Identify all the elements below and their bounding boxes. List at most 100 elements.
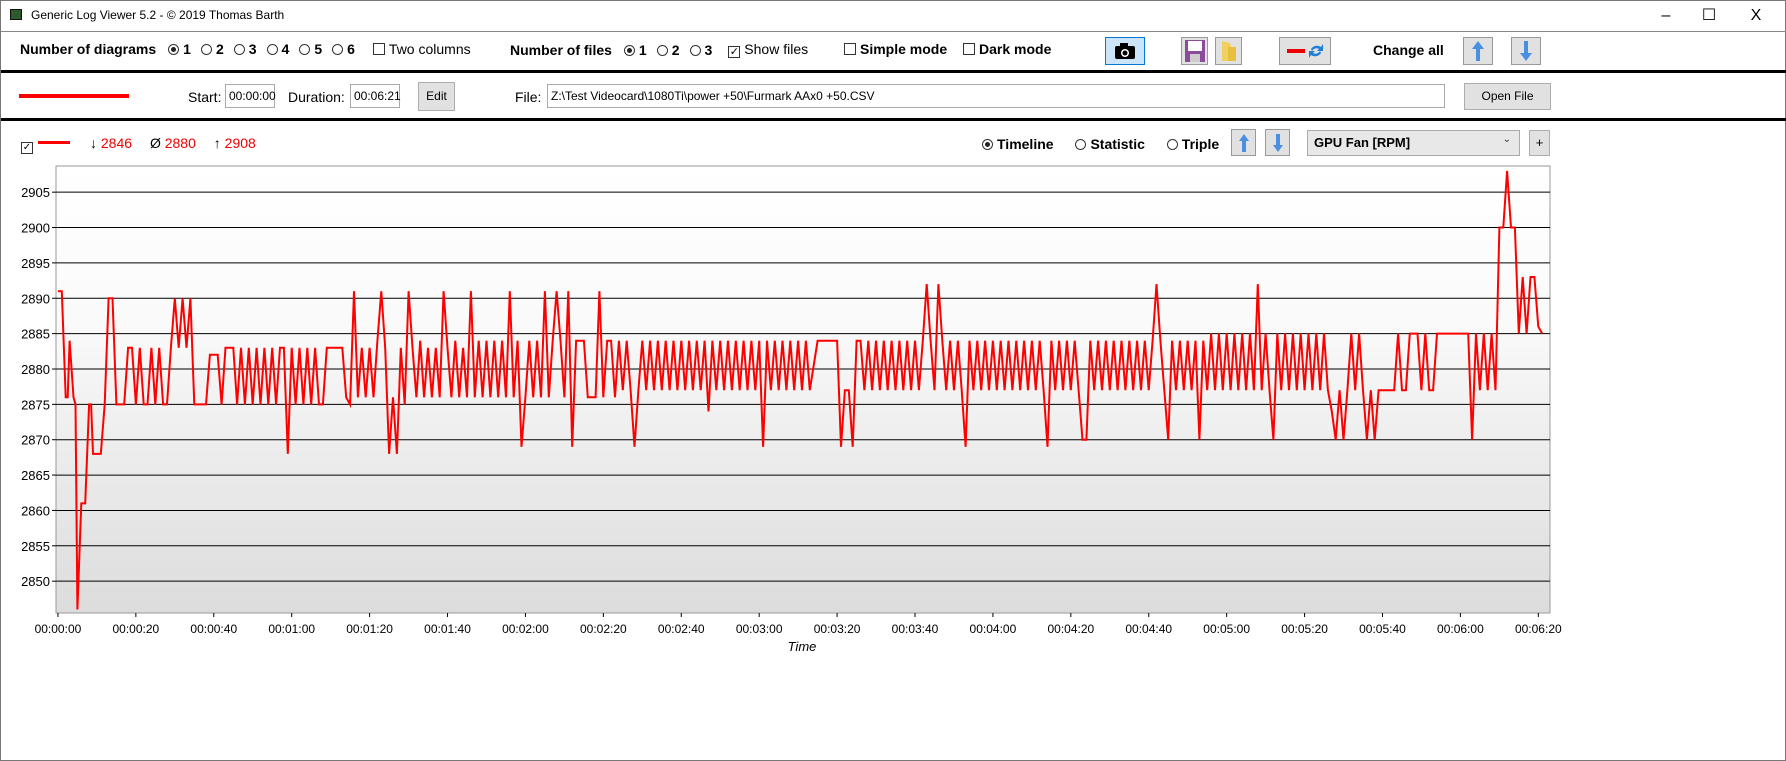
save-button[interactable] <box>1181 37 1208 65</box>
arrow-down-icon <box>1272 133 1283 152</box>
x-tick-label: 00:05:40 <box>1359 622 1406 636</box>
arrow-up-icon <box>1472 41 1484 61</box>
radio-diagrams-4[interactable]: 4 <box>266 41 289 57</box>
radio-statistic[interactable]: Statistic <box>1075 136 1145 152</box>
files-label: Number of files <box>510 41 612 58</box>
x-tick-label: 00:00:00 <box>35 622 82 636</box>
open-file-button[interactable]: Open File <box>1464 83 1551 110</box>
radio-files-1[interactable]: 1 <box>623 42 647 58</box>
x-tick-label: 00:02:20 <box>580 622 627 636</box>
x-tick-label: 00:04:20 <box>1047 622 1094 636</box>
move-down-all-button[interactable] <box>1511 37 1541 65</box>
x-tick-label: 00:01:00 <box>268 622 315 636</box>
x-tick-label: 00:03:20 <box>814 622 861 636</box>
radio-diagrams-6[interactable]: 6 <box>332 41 355 57</box>
divider <box>1 70 1786 73</box>
y-tick-label: 2870 <box>21 433 50 448</box>
file-path-input[interactable]: Z:\Test Videocard\1080Ti\power +50\Furma… <box>547 84 1445 108</box>
app-icon <box>10 9 22 20</box>
y-tick-label: 2850 <box>21 574 50 589</box>
arrow-down-icon <box>1520 41 1532 61</box>
window-title: Generic Log Viewer 5.2 - © 2019 Thomas B… <box>31 8 285 22</box>
move-up-all-button[interactable] <box>1463 37 1493 65</box>
move-up-button[interactable] <box>1231 129 1256 156</box>
x-tick-label: 00:03:00 <box>736 622 783 636</box>
min-value: 2846 <box>100 135 133 151</box>
y-tick-label: 2890 <box>21 291 50 306</box>
dark-mode-checkbox[interactable]: Dark mode <box>963 41 1051 57</box>
radio-diagrams-1[interactable]: 1 <box>168 41 191 57</box>
x-tick-label: 00:00:40 <box>190 622 237 636</box>
camera-icon <box>1115 43 1135 59</box>
y-tick-label: 2880 <box>21 362 50 377</box>
maximize-button[interactable]: ☐ <box>1689 5 1729 27</box>
minimize-button[interactable]: – <box>1646 5 1686 27</box>
x-tick-label: 00:05:20 <box>1281 622 1328 636</box>
y-tick-label: 2885 <box>21 327 50 342</box>
x-tick-label: 00:04:00 <box>970 622 1017 636</box>
diagrams-group: Number of diagrams 1 2 3 4 5 6 Two colum… <box>20 41 471 57</box>
save-icon <box>1184 40 1205 62</box>
divider <box>1 31 1786 32</box>
radio-timeline[interactable]: Timeline <box>982 136 1054 152</box>
close-button[interactable]: X <box>1736 5 1776 27</box>
folder-icon <box>1221 41 1236 61</box>
two-columns-checkbox[interactable]: Two columns <box>372 41 471 57</box>
diagrams-label: Number of diagrams <box>20 41 157 57</box>
screenshot-button[interactable] <box>1105 37 1145 65</box>
series-visible-checkbox[interactable]: ✓ <box>21 136 37 154</box>
x-tick-label: 00:00:20 <box>113 622 160 636</box>
radio-diagrams-3[interactable]: 3 <box>233 41 257 57</box>
radio-diagrams-2[interactable]: 2 <box>200 41 224 57</box>
show-files-checkbox[interactable]: ✓ Show files <box>728 41 808 58</box>
x-tick-label: 00:02:40 <box>658 622 705 636</box>
start-input[interactable]: 00:00:00 <box>225 84 276 108</box>
x-tick-label: 00:02:00 <box>502 622 549 636</box>
sensor-select[interactable]: GPU Fan [RPM] ⌄ <box>1307 130 1520 156</box>
y-tick-label: 2865 <box>21 468 50 483</box>
x-tick-label: 00:01:40 <box>424 622 471 636</box>
x-axis-label: Time <box>788 639 817 654</box>
x-tick-label: 00:04:40 <box>1125 622 1172 636</box>
x-tick-label: 00:06:00 <box>1437 622 1484 636</box>
timeline-chart: 2850 2855 2860 2865 2870 2875 2880 2885 2890 2895… <box>21 165 1562 654</box>
y-tick-label: 2860 <box>21 503 50 518</box>
avg-icon: Ø <box>149 135 161 151</box>
sensor-select-value: GPU Fan [RPM] <box>1314 135 1411 150</box>
change-all-label: Change all <box>1373 42 1444 58</box>
min-icon: ↓ <box>90 135 97 151</box>
y-tick-label: 2900 <box>21 221 50 236</box>
radio-triple[interactable]: Triple <box>1166 136 1219 152</box>
radio-files-2[interactable]: 2 <box>656 42 680 58</box>
radio-diagrams-5[interactable]: 5 <box>299 41 322 57</box>
y-tick-label: 2905 <box>21 185 50 200</box>
arrow-up-icon <box>1238 133 1249 152</box>
chevron-down-icon: ⌄ <box>1502 134 1511 145</box>
radio-files-3[interactable]: 3 <box>689 42 712 58</box>
line-color-swap-icon <box>1287 44 1323 58</box>
avg-value: 2880 <box>164 135 196 151</box>
start-label: Start: <box>188 89 222 105</box>
edit-button[interactable]: Edit <box>418 82 455 111</box>
swap-color-button[interactable] <box>1279 37 1331 65</box>
series-stats: ↓ 2846 Ø 2880 ↑ 2908 <box>90 135 256 151</box>
title-bar: Generic Log Viewer 5.2 - © 2019 Thomas B… <box>1 1 1786 31</box>
line-color-swatch[interactable] <box>19 94 129 98</box>
y-tick-label: 2875 <box>21 397 50 412</box>
divider <box>1 118 1786 121</box>
x-tick-label: 00:01:20 <box>346 622 393 636</box>
y-tick-label: 2855 <box>21 539 50 554</box>
view-mode-group: Timeline Statistic Triple <box>982 136 1219 152</box>
duration-input[interactable]: 00:06:21 <box>350 84 401 108</box>
x-tick-label: 00:05:00 <box>1203 622 1250 636</box>
max-value: 2908 <box>224 135 256 151</box>
x-tick-label: 00:03:40 <box>892 622 939 636</box>
move-down-button[interactable] <box>1265 129 1290 156</box>
max-icon: ↑ <box>213 135 221 151</box>
open-folder-button[interactable] <box>1215 37 1242 65</box>
add-series-button[interactable]: + <box>1529 130 1550 156</box>
simple-mode-checkbox[interactable]: Simple mode <box>844 41 947 57</box>
y-tick-label: 2895 <box>21 256 50 271</box>
duration-label: Duration: <box>288 89 345 105</box>
x-tick-label: 00:06:20 <box>1515 622 1562 636</box>
